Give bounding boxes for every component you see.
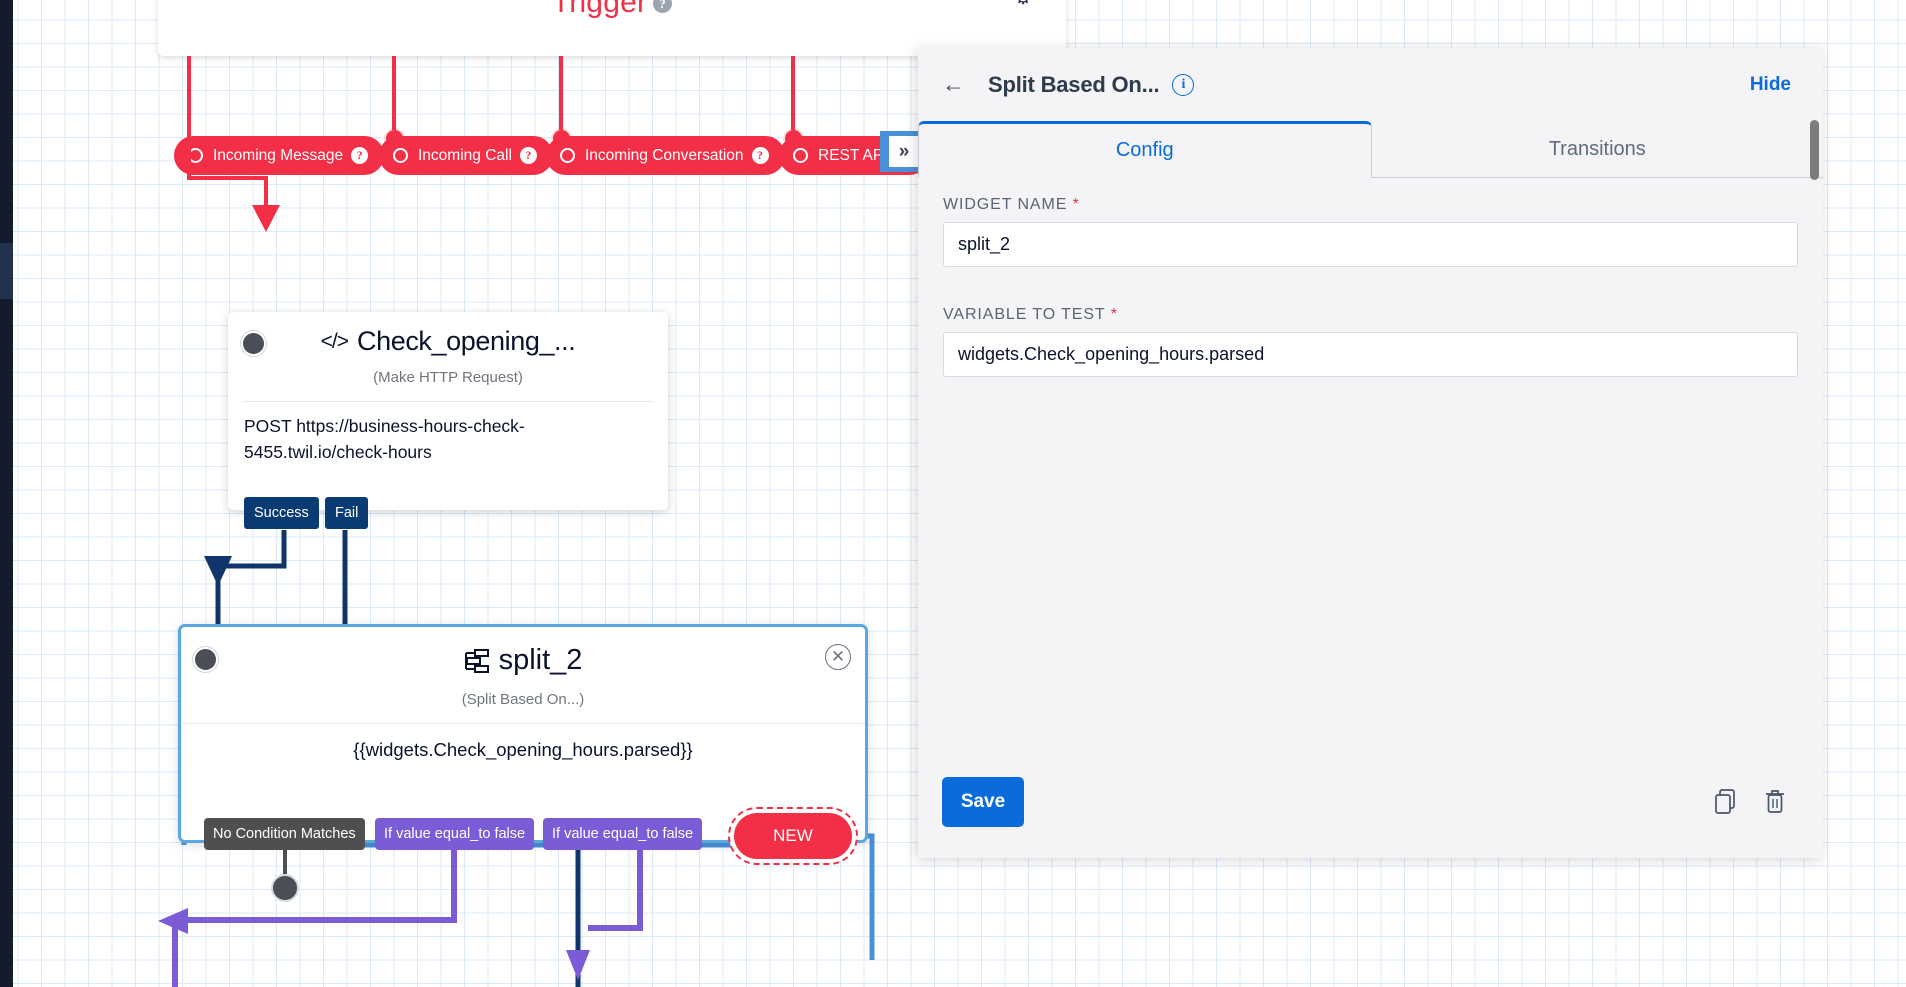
required-marker: * [1110, 306, 1118, 323]
label-text: VARIABLE TO TEST [943, 306, 1106, 323]
required-marker: * [1072, 196, 1080, 213]
divider [181, 723, 865, 724]
widget-name-value: split_2 [958, 234, 1011, 254]
tab-label: Transitions [1548, 137, 1646, 160]
exit-chip-label: Success [254, 505, 309, 521]
variable-to-test-input[interactable]: widgets.Check_opening_hours.parsed [943, 332, 1798, 377]
condition-chip-no-match[interactable]: No Condition Matches [204, 818, 365, 850]
footer-icon-group [1714, 789, 1786, 815]
panel-footer: Save [918, 746, 1823, 858]
condition-chip-equal-false-2[interactable]: If value equal_to false [543, 818, 703, 850]
condition-chip-label: No Condition Matches [213, 826, 356, 842]
widget-name-label: WIDGET NAME * [943, 196, 1080, 214]
node-subtitle: (Split Based On...) [461, 691, 585, 708]
divider [242, 401, 654, 402]
exit-chip-fail[interactable]: Fail [325, 497, 369, 529]
trash-icon[interactable] [1764, 789, 1786, 815]
tab-label: Config [1115, 139, 1174, 161]
panel-title: Split Based On... [988, 71, 1160, 97]
chevron-double-right-icon: » [889, 136, 919, 167]
variable-to-test-value: widgets.Check_opening_hours.parsed [958, 344, 1265, 364]
condition-chip-label: If value equal_to false [384, 826, 526, 842]
panel-body: WIDGET NAME * split_2 VARIABLE TO TEST *… [918, 178, 1823, 746]
node-expression: {{widgets.Check_opening_hours.parsed}} [353, 739, 693, 760]
widget-name-input[interactable]: split_2 [943, 222, 1798, 267]
back-arrow-icon[interactable]: ← [942, 73, 965, 96]
close-icon[interactable]: ✕ [825, 644, 851, 670]
exit-chip-success[interactable]: Success [244, 497, 319, 529]
save-button[interactable]: Save [942, 777, 1024, 827]
info-icon[interactable]: i [1172, 73, 1195, 96]
label-text: WIDGET NAME [943, 196, 1068, 213]
code-icon: </> [320, 329, 349, 353]
panel-scrollbar[interactable] [1810, 120, 1819, 180]
condition-chip-label: If value equal_to false [552, 826, 694, 842]
exit-chip-label: Fail [335, 505, 359, 521]
node-title: </> Check_opening_... [228, 326, 668, 357]
panel-header: ← Split Based On... i Hide [918, 48, 1823, 121]
node-request-summary: POST https://business-hours-check-5455.t… [244, 416, 525, 462]
tab-config[interactable]: Config [918, 121, 1372, 178]
split-icon [464, 648, 489, 673]
widget-config-panel[interactable]: ← Split Based On... i Hide Config Transi… [918, 48, 1823, 858]
node-title-text: Check_opening_... [357, 326, 576, 356]
panel-tabs: Config Transitions [918, 121, 1823, 178]
app-left-rail [0, 0, 13, 987]
panel-collapse-toggle[interactable]: » [880, 131, 921, 172]
save-label: Save [960, 791, 1006, 812]
node-title: split_2 [181, 644, 865, 677]
tab-transitions[interactable]: Transitions [1372, 121, 1824, 177]
widget-check-opening-hours[interactable]: </> Check_opening_... (Make HTTP Request… [228, 312, 668, 510]
copy-icon[interactable] [1714, 789, 1738, 815]
variable-to-test-label: VARIABLE TO TEST * [943, 306, 1118, 324]
node-title-text: split_2 [498, 644, 583, 676]
condition-chip-equal-false-1[interactable]: If value equal_to false [375, 818, 535, 850]
hide-panel-link[interactable]: Hide [1750, 74, 1791, 96]
new-transition-dashed-outline [728, 807, 858, 865]
node-subtitle: (Make HTTP Request) [373, 369, 523, 386]
left-rail-active-indicator[interactable] [0, 243, 13, 299]
